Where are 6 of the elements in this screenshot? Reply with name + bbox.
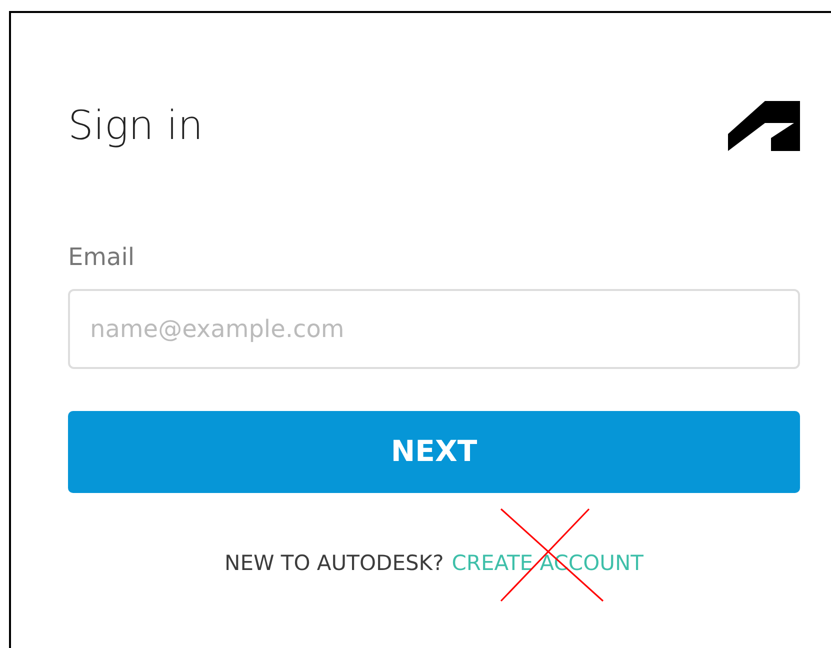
footer-prompt: NEW TO AUTODESK? <box>224 550 444 577</box>
email-label: Email <box>68 242 136 273</box>
logo-icon <box>728 101 800 151</box>
page-title: Sign in <box>68 106 204 146</box>
email-field[interactable]: name@example.com <box>68 289 800 369</box>
next-button[interactable]: NEXT <box>68 411 800 493</box>
